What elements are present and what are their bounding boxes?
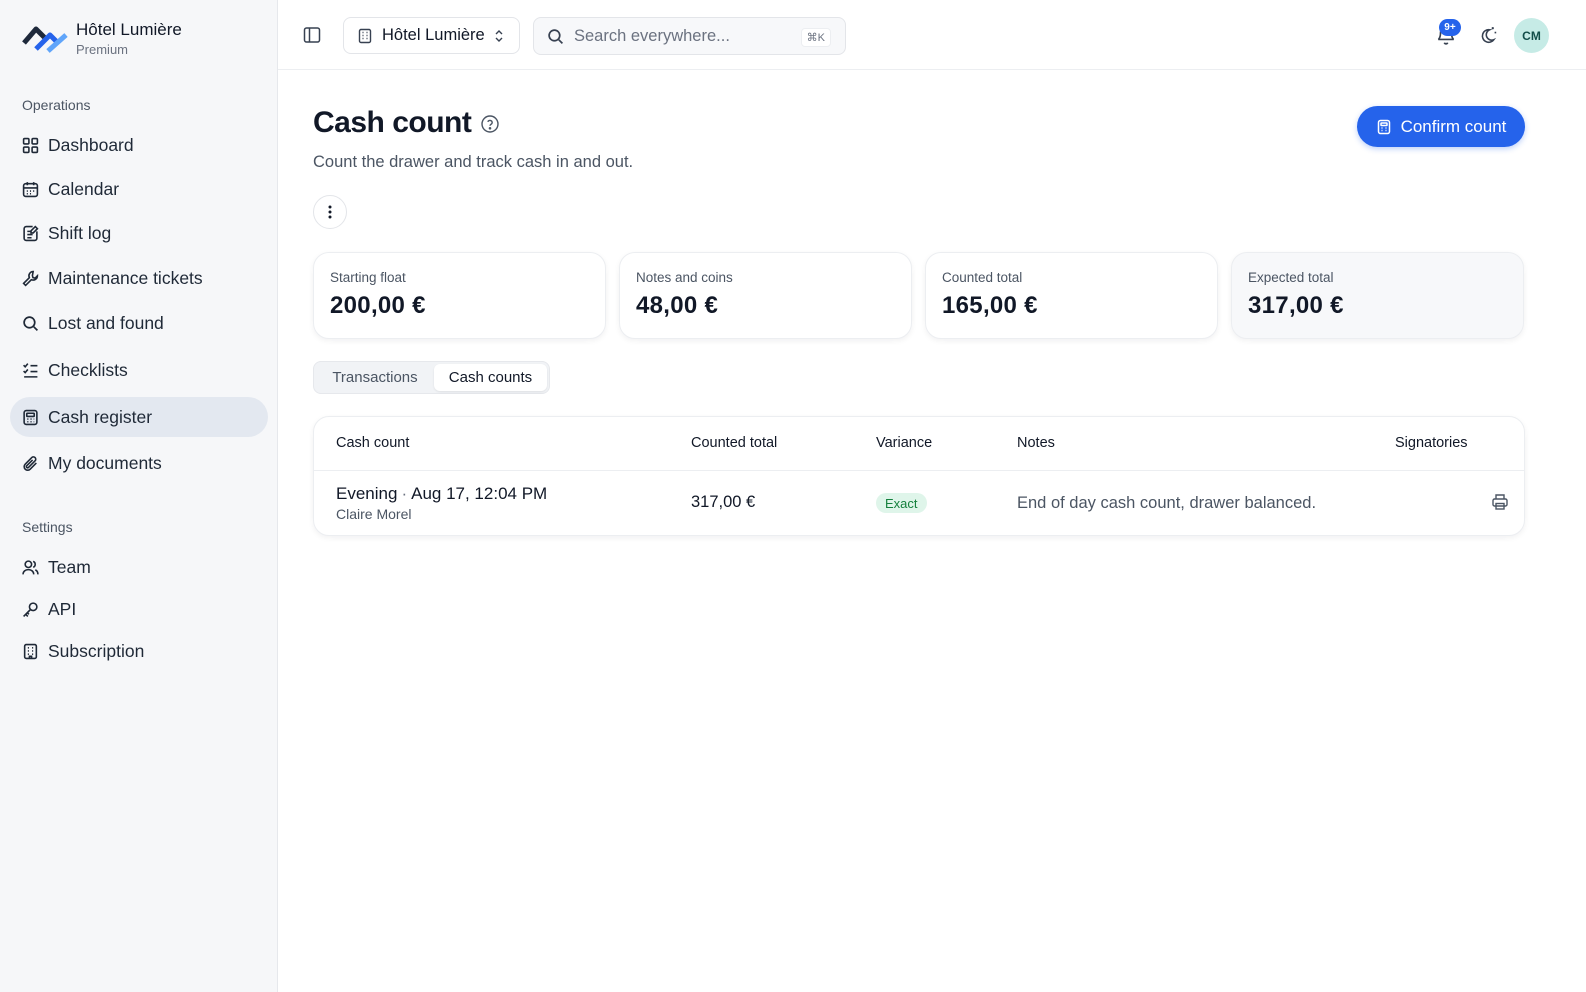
hotel-selector-label: Hôtel Lumière	[382, 26, 485, 44]
sidebar-item-subscription[interactable]: Subscription	[10, 631, 268, 671]
sidebar-item-shift-log[interactable]: Shift log	[10, 213, 268, 253]
variance-badge: Exact	[876, 493, 927, 513]
stat-value: 165,00 €	[942, 292, 1038, 319]
wrench-icon	[22, 270, 39, 287]
stat-card-expected-total: Expected total 317,00 €	[1231, 252, 1524, 339]
stat-card-starting-float: Starting float 200,00 €	[313, 252, 606, 339]
cash-counts-table: Cash count Counted total Variance Notes …	[313, 416, 1525, 536]
sidebar-item-label: API	[48, 598, 77, 619]
column-header-counted-total[interactable]: Counted total	[691, 435, 777, 451]
sidebar-item-label: Dashboard	[48, 134, 134, 155]
column-header-signatories[interactable]: Signatories	[1395, 435, 1468, 451]
stat-card-notes-and-coins: Notes and coins 48,00 €	[619, 252, 912, 339]
column-header-cash-count[interactable]: Cash count	[336, 435, 409, 451]
calendar-icon	[22, 181, 39, 198]
section-label-operations: Operations	[22, 97, 91, 113]
sidebar-item-label: My documents	[48, 452, 162, 473]
topbar: Hôtel Lumière ⌘K 9+ CM	[278, 0, 1586, 70]
confirm-count-button[interactable]: Confirm count	[1357, 106, 1525, 147]
section-label-settings: Settings	[22, 519, 73, 535]
column-header-variance[interactable]: Variance	[876, 435, 932, 451]
search-input[interactable]	[574, 26, 794, 46]
sidebar: Hôtel Lumière Premium Operations Dashboa…	[0, 0, 278, 992]
column-header-notes[interactable]: Notes	[1017, 435, 1055, 451]
help-icon[interactable]	[480, 114, 500, 134]
search-icon	[548, 28, 564, 44]
stat-label: Expected total	[1248, 270, 1334, 285]
notification-badge: 9+	[1439, 19, 1461, 36]
brand-name: Hôtel Lumière	[76, 20, 182, 39]
notes-text: End of day cash count, drawer balanced.	[1017, 494, 1317, 512]
cash-register-icon	[22, 409, 39, 426]
sidebar-item-calendar[interactable]: Calendar	[10, 169, 268, 209]
dashboard-icon	[22, 137, 39, 154]
count-datetime: Aug 17, 12:04 PM	[411, 484, 548, 503]
separator-dot: ·	[401, 484, 408, 503]
sidebar-item-label: Subscription	[48, 640, 145, 661]
sidebar-item-dashboard[interactable]: Dashboard	[10, 125, 268, 165]
stat-value: 317,00 €	[1248, 292, 1344, 319]
stat-value: 48,00 €	[636, 292, 719, 319]
avatar[interactable]: CM	[1514, 18, 1549, 53]
sidebar-item-label: Lost and found	[48, 312, 164, 333]
sidebar-item-maintenance-tickets[interactable]: Maintenance tickets	[10, 258, 268, 298]
building-icon	[22, 643, 39, 660]
cash-count-title: Evening · Aug 17, 12:04 PM	[336, 484, 547, 504]
sidebar-item-label: Maintenance tickets	[48, 267, 203, 288]
sidebar-item-label: Calendar	[48, 178, 120, 199]
more-options-button[interactable]	[313, 195, 347, 229]
sidebar-toggle-icon[interactable]	[302, 25, 322, 45]
more-vertical-icon	[328, 205, 332, 219]
paperclip-icon	[22, 455, 39, 472]
counted-by: Claire Morel	[336, 506, 412, 522]
stat-label: Counted total	[942, 270, 1023, 285]
chevron-up-down-icon	[495, 30, 503, 42]
shift-name: Evening	[336, 484, 398, 503]
sidebar-item-my-documents[interactable]: My documents	[10, 443, 268, 483]
stat-value: 200,00 €	[330, 292, 426, 319]
sidebar-item-label: Checklists	[48, 359, 128, 380]
sidebar-item-team[interactable]: Team	[10, 547, 268, 587]
tabs: Transactions Cash counts	[313, 361, 550, 394]
brand-logo-icon	[22, 26, 68, 53]
sidebar-item-label: Team	[48, 556, 91, 577]
search-box[interactable]: ⌘K	[533, 17, 846, 55]
theme-toggle-icon[interactable]	[1477, 25, 1498, 46]
stat-label: Starting float	[330, 270, 406, 285]
search-shortcut-hint: ⌘K	[800, 28, 831, 47]
sidebar-item-checklists[interactable]: Checklists	[10, 350, 268, 390]
search-icon	[22, 315, 39, 332]
stat-card-counted-total: Counted total 165,00 €	[925, 252, 1218, 339]
calculator-icon	[1376, 119, 1392, 135]
print-icon[interactable]	[1491, 493, 1509, 511]
sidebar-item-lost-and-found[interactable]: Lost and found	[10, 303, 268, 343]
users-icon	[22, 559, 39, 576]
checklist-icon	[22, 362, 39, 379]
tab-transactions[interactable]: Transactions	[316, 364, 434, 391]
page-title: Cash count	[313, 106, 472, 139]
sidebar-item-cash-register[interactable]: Cash register	[10, 397, 268, 437]
divider	[314, 470, 1524, 471]
shift-log-icon	[22, 224, 39, 242]
hotel-selector[interactable]: Hôtel Lumière	[343, 17, 520, 54]
page-subtitle: Count the drawer and track cash in and o…	[313, 153, 634, 171]
tab-cash-counts[interactable]: Cash counts	[433, 364, 547, 391]
brand[interactable]: Hôtel Lumière Premium	[22, 20, 182, 57]
confirm-count-label: Confirm count	[1400, 116, 1507, 136]
sidebar-item-label: Shift log	[48, 222, 112, 243]
sidebar-item-api[interactable]: API	[10, 589, 268, 629]
key-icon	[22, 601, 39, 618]
sidebar-item-label: Cash register	[48, 406, 153, 427]
building-icon	[357, 28, 373, 44]
brand-plan: Premium	[76, 42, 129, 57]
stat-label: Notes and coins	[636, 270, 733, 285]
counted-total-value: 317,00 €	[691, 493, 756, 511]
